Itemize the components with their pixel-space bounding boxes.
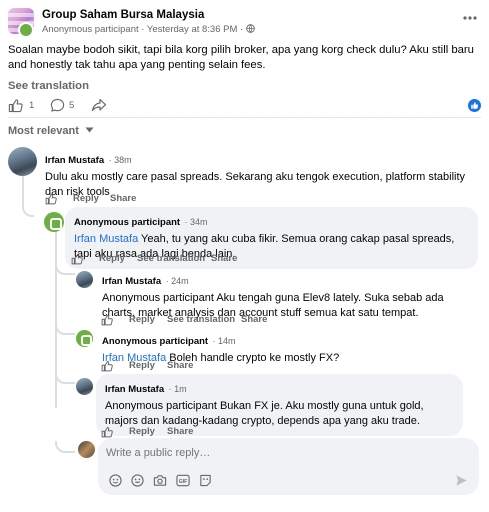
post-divider — [8, 117, 481, 118]
avatar[interactable] — [44, 212, 64, 232]
comment-actions: Reply See translation Share — [71, 253, 311, 266]
see-translation-link[interactable]: See translation — [137, 253, 205, 264]
sticker-icon[interactable] — [109, 474, 122, 487]
send-icon[interactable] — [455, 474, 468, 487]
comment-count: 5 — [69, 100, 75, 111]
share-button[interactable]: Share — [167, 426, 193, 437]
comment-actions: Reply Share — [45, 193, 245, 206]
sort-label: Most relevant — [8, 125, 79, 137]
like-icon[interactable] — [45, 193, 57, 205]
comment-time-value: 14m — [218, 336, 236, 346]
see-translation-link[interactable]: See translation — [8, 80, 89, 92]
comment-text: Anonymous participant Bukan FX je. Aku m… — [105, 400, 424, 428]
reply-input[interactable] — [106, 447, 466, 459]
sort-dropdown[interactable]: Most relevant — [8, 125, 94, 137]
share-button[interactable]: Share — [241, 314, 267, 325]
group-name[interactable]: Group Saham Bursa Malaysia — [42, 9, 204, 21]
globe-icon — [246, 24, 255, 33]
thread-curve — [55, 372, 75, 384]
avatar[interactable] — [76, 378, 93, 395]
like-icon[interactable] — [71, 253, 83, 265]
comment-time: · 24m — [165, 276, 189, 286]
reply-button[interactable]: Reply — [73, 193, 99, 204]
comment-button[interactable]: 5 — [50, 98, 90, 114]
thread-line — [55, 228, 57, 408]
svg-text:GIF: GIF — [179, 479, 188, 485]
thread-line — [22, 176, 24, 206]
more-icon[interactable] — [462, 14, 478, 22]
avatar[interactable] — [76, 330, 93, 347]
like-icon — [8, 99, 23, 113]
comment-author[interactable]: Anonymous participant — [74, 217, 180, 228]
comment-author[interactable]: Irfan Mustafa — [45, 155, 104, 166]
reply-composer: GIF — [98, 438, 479, 495]
reply-button[interactable]: Reply — [129, 360, 155, 371]
reply-button[interactable]: Reply — [129, 426, 155, 437]
post-meta-text: Anonymous participant · Yesterday at 8:3… — [42, 24, 244, 35]
sort-chevron-icon — [85, 127, 94, 133]
like-count: 1 — [29, 100, 35, 111]
comment-time-value: 1m — [174, 384, 187, 394]
current-user-avatar[interactable] — [78, 441, 95, 458]
anonymous-badge-icon — [18, 22, 34, 38]
comment-author[interactable]: Irfan Mustafa — [105, 384, 164, 395]
comment-author[interactable]: Anonymous participant — [102, 336, 208, 347]
gif-icon[interactable]: GIF — [176, 474, 190, 487]
share-button[interactable]: Share — [167, 360, 193, 371]
comment-time-value: 34m — [190, 217, 208, 227]
avatar-sticker-icon[interactable] — [199, 474, 212, 487]
like-icon[interactable] — [101, 360, 113, 372]
comment-time-value: 24m — [171, 276, 189, 286]
see-translation-link[interactable]: See translation — [167, 314, 235, 325]
comment-icon — [50, 98, 65, 112]
thread-curve — [55, 441, 75, 453]
like-icon[interactable] — [101, 426, 113, 438]
share-button[interactable]: Share — [110, 193, 136, 204]
comment-actions: Reply Share — [101, 360, 301, 373]
camera-icon[interactable] — [153, 474, 167, 487]
comment-time: · 38m — [108, 155, 132, 165]
thread-curve — [22, 204, 34, 217]
mention-link[interactable]: Irfan Mustafa — [74, 233, 138, 245]
share-icon[interactable] — [91, 98, 107, 113]
comment-author[interactable]: Irfan Mustafa — [102, 276, 161, 287]
post-text: Soalan maybe bodoh sikit, tapi bila korg… — [8, 44, 474, 71]
like-reaction-icon[interactable] — [468, 99, 481, 112]
reply-button[interactable]: Reply — [129, 314, 155, 325]
thread-curve — [55, 323, 75, 335]
share-button[interactable]: Share — [211, 253, 237, 264]
reply-button[interactable]: Reply — [99, 253, 125, 264]
post-meta: Anonymous participant · Yesterday at 8:3… — [42, 24, 255, 35]
like-icon[interactable] — [101, 314, 113, 326]
avatar[interactable] — [76, 271, 93, 288]
avatar[interactable] — [8, 147, 37, 176]
comment-time: · 1m — [168, 384, 187, 394]
comment-time-value: 38m — [114, 155, 132, 165]
emoji-icon[interactable] — [131, 474, 144, 487]
like-button[interactable]: 1 — [8, 98, 48, 114]
comment-time: · 14m — [212, 336, 236, 346]
comment-time: · 34m — [184, 217, 208, 227]
